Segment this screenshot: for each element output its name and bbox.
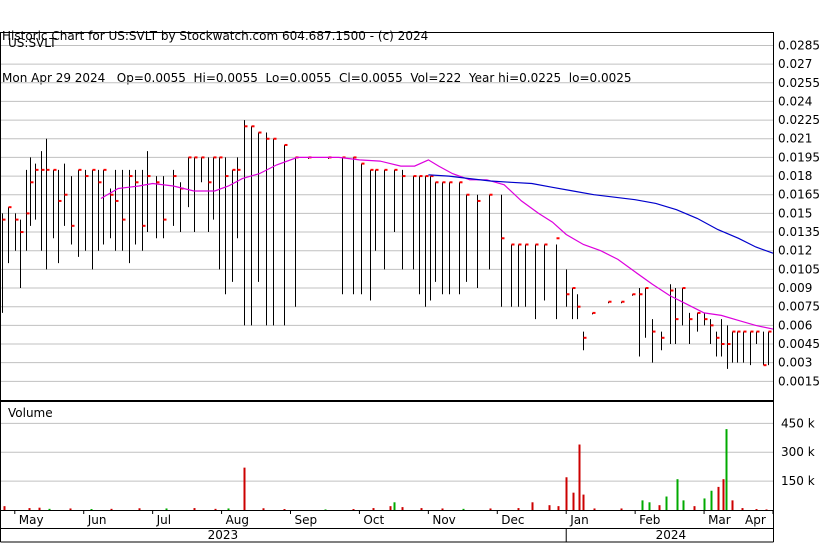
month-label: Oct <box>363 513 384 527</box>
price-tick-label: 0.021 <box>778 132 812 146</box>
price-tick-label: 0.027 <box>778 57 812 71</box>
labels-layer: 0.0285 0.027 0.0255 0.024 0.0225 0.021 0.0195 0… <box>8 36 820 542</box>
price-tick-label: 0.0105 <box>778 262 820 276</box>
price-tick-label: 0.0135 <box>778 225 820 239</box>
year-label: 2024 <box>656 528 687 542</box>
month-label: Mar <box>708 513 731 527</box>
month-label: Nov <box>432 513 455 527</box>
month-label: Jul <box>156 513 171 527</box>
price-tick-label: 0.0165 <box>778 188 820 202</box>
stock-chart: 0.0285 0.027 0.0255 0.024 0.0225 0.021 0.0195 0… <box>0 32 820 543</box>
month-label: Apr <box>745 513 766 527</box>
price-tick-label: 0.009 <box>778 281 812 295</box>
price-tick-label: 0.006 <box>778 318 812 332</box>
month-label: Jun <box>87 513 107 527</box>
price-tick-label: 0.0045 <box>778 337 820 351</box>
volume-panel-frame <box>0 401 774 511</box>
price-tick-label: 0.0285 <box>778 38 820 52</box>
price-tick-label: 0.003 <box>778 356 812 370</box>
month-label: Jan <box>569 513 589 527</box>
month-label: May <box>19 513 44 527</box>
month-label: Feb <box>639 513 660 527</box>
price-tick-label: 0.024 <box>778 94 812 108</box>
price-tick-label: 0.0255 <box>778 76 820 90</box>
price-tick-label: 0.018 <box>778 169 812 183</box>
month-label: Sep <box>295 513 318 527</box>
price-tick-label: 0.015 <box>778 206 812 220</box>
price-panel-title: US:SVLT <box>8 36 57 50</box>
grid-layer <box>1 44 773 482</box>
price-tick-label: 0.012 <box>778 244 812 258</box>
month-label: Aug <box>226 513 249 527</box>
year-label: 2023 <box>208 528 239 542</box>
price-tick-label: 0.0015 <box>778 374 820 388</box>
volume-tick-label: 450 k <box>781 416 815 430</box>
price-tick-label: 0.0075 <box>778 300 820 314</box>
month-label: Dec <box>501 513 524 527</box>
price-tick-label: 0.0195 <box>778 150 820 164</box>
long-moving-average-line <box>428 174 774 254</box>
volume-tick-label: 150 k <box>781 474 815 488</box>
price-tick-label: 0.0225 <box>778 113 820 127</box>
price-panel-frame <box>0 32 774 401</box>
volume-panel-title: Volume <box>8 406 53 420</box>
volume-tick-label: 300 k <box>781 445 815 459</box>
volume-bars-layer <box>3 429 768 510</box>
